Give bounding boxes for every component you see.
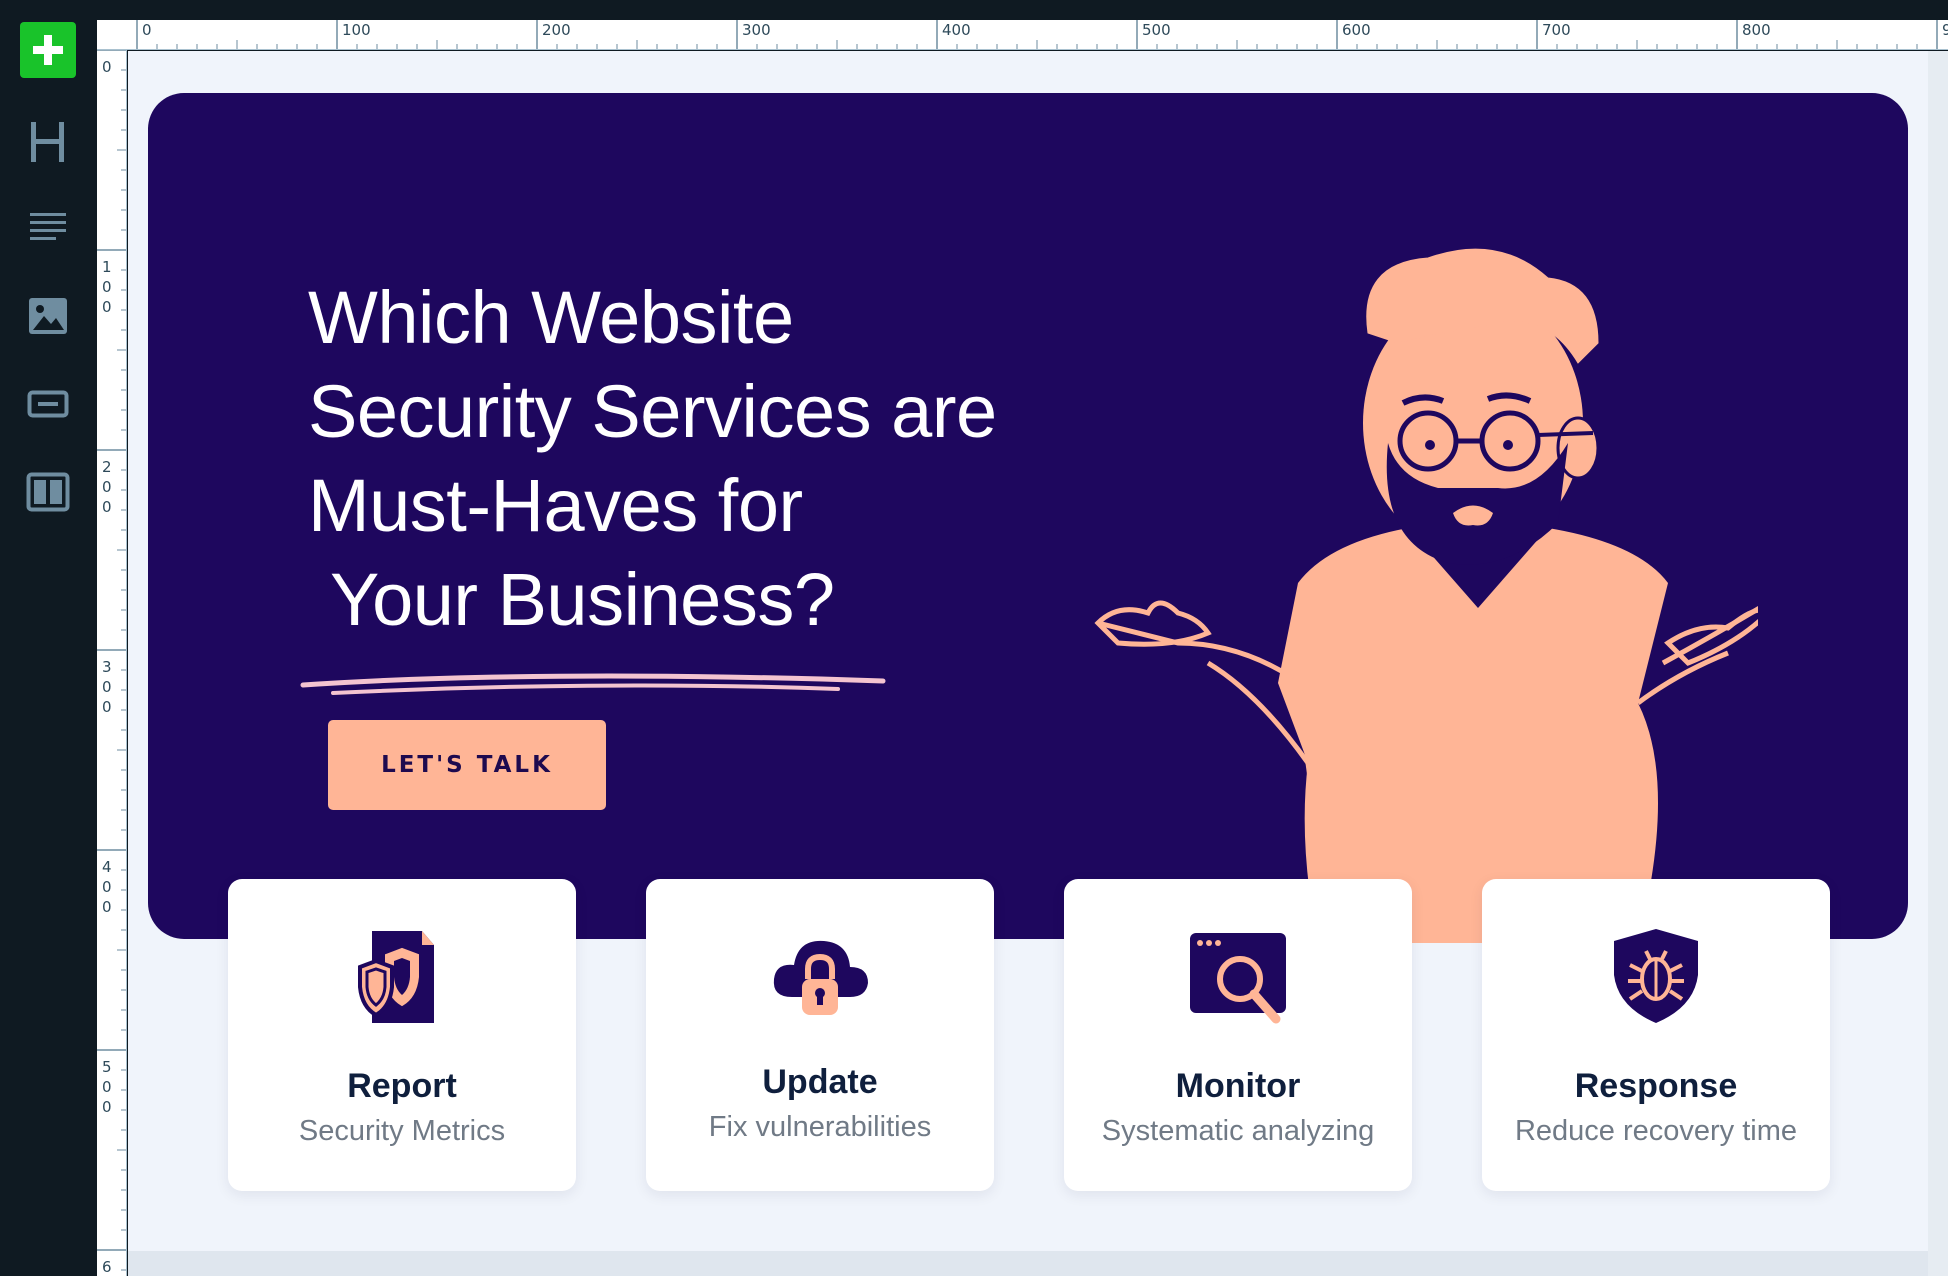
add-element-button[interactable] [20,22,76,78]
ruler-label: 1 [102,258,112,276]
lets-talk-button[interactable]: LET'S TALK [328,720,606,810]
ruler-label: 0 [102,1078,112,1096]
bug-shield-icon [1614,929,1698,1023]
browser-search-icon [1190,933,1286,1024]
ruler-label: 0 [102,298,112,316]
ruler-label: 500 [1142,21,1171,39]
ruler-label: 0 [102,1098,112,1116]
hero-title-line: Must-Haves for [308,464,803,547]
card-subtitle: Reduce recovery time [1514,1115,1798,1147]
ruler-label: 0 [102,698,112,716]
canvas-bottom-edge [128,1251,1928,1276]
hero-title-line: Security Services are [308,370,997,453]
columns-tool-button[interactable] [20,464,76,520]
feature-card-report[interactable]: Report Security Metrics [228,879,576,1191]
plus-icon [33,35,63,65]
image-tool-button[interactable] [20,288,76,344]
ruler-label: 0 [102,898,112,916]
card-title: Report [347,1067,457,1105]
card-title: Monitor [1175,1067,1301,1105]
ruler-label: 200 [542,21,571,39]
ruler-label: 0 [102,478,112,496]
ruler-label: 3 [102,658,112,676]
canvas-scroll-area[interactable] [1928,51,1948,1276]
ruler-label: 5 [102,1058,112,1076]
image-icon [29,298,67,334]
text-tool-button[interactable] [20,200,76,256]
button-icon [27,390,69,418]
button-tool-button[interactable] [20,376,76,432]
ruler-label: 0 [102,678,112,696]
ruler-label: 0 [102,878,112,896]
heading-icon [31,122,64,162]
feature-card-response[interactable]: Response Reduce recovery time [1482,879,1830,1191]
brush-underline-decoration [300,673,886,695]
hero-title[interactable]: Which Website Security Services are Must… [308,271,1108,647]
card-subtitle: Systematic analyzing [1101,1115,1375,1147]
ruler-label: 700 [1542,21,1571,39]
ruler-label: 600 [1342,21,1371,39]
ruler-label: 2 [102,458,112,476]
ruler-label: 4 [102,858,112,876]
ruler-label: 0 [102,498,112,516]
card-subtitle: Security Metrics [298,1115,506,1147]
card-title: Response [1574,1067,1738,1105]
ruler-label: 0 [142,21,152,39]
ruler-label: 800 [1742,21,1771,39]
heading-tool-button[interactable] [20,114,76,170]
feature-card-update[interactable]: Update Fix vulnerabilities [646,879,994,1191]
shrugging-man-illustration [1094,248,1758,943]
ruler-label: 6 [102,1258,112,1276]
hero-section[interactable]: Which Website Security Services are Must… [148,93,1908,943]
ruler-label: 300 [742,21,771,39]
ruler-label: 400 [942,21,971,39]
columns-icon [26,472,70,512]
feature-card-monitor[interactable]: Monitor Systematic analyzing [1064,879,1412,1191]
page-canvas[interactable]: Which Website Security Services are Must… [128,51,1928,1251]
ruler-label: 90 [1942,21,1948,39]
hero-title-line: Which Website [308,276,794,359]
ruler-label: 0 [102,58,112,76]
ruler-label: 100 [342,21,371,39]
tool-sidebar [0,0,97,1276]
horizontal-ruler: 0 100 200 300 400 500 600 700 800 90 [97,20,1948,50]
shield-document-icon [358,931,434,1023]
card-subtitle: Fix vulnerabilities [708,1111,932,1143]
card-title: Update [762,1063,878,1101]
ruler-label: 0 [102,278,112,296]
hero-title-highlight: Your Business? [330,558,835,641]
cloud-lock-icon [773,940,868,1015]
vertical-ruler: 0 1 0 0 2 0 0 3 0 0 4 0 0 5 0 0 6 [97,50,127,1276]
text-lines-icon [30,213,66,240]
